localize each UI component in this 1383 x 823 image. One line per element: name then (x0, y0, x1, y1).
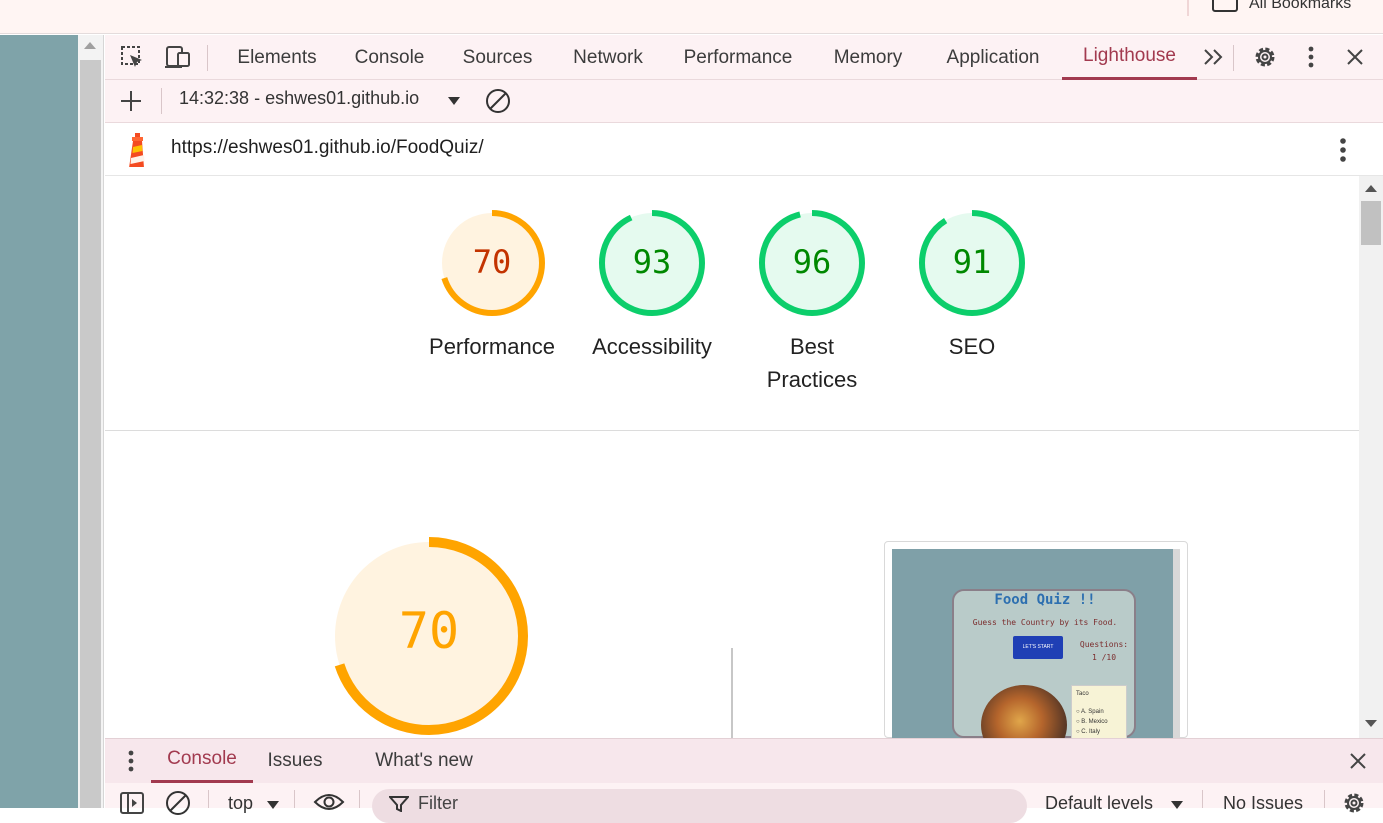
label-seo[interactable]: SEO (887, 330, 1057, 363)
quiz-questions-label: Questions: (1079, 640, 1129, 649)
report-menu-icon[interactable] (1328, 135, 1358, 165)
scroll-down-arrow-icon[interactable] (1365, 720, 1377, 727)
quiz-questions-count: 1 /10 (1091, 653, 1117, 662)
column-divider (731, 648, 733, 738)
page-scrollbar-thumb[interactable] (80, 60, 101, 808)
score-performance: 70 (472, 243, 512, 281)
tab-lighthouse[interactable]: Lighthouse (1062, 35, 1197, 80)
label-best-practices[interactable]: Best Practices (757, 330, 867, 396)
quiz-food-name: Taco (1076, 691, 1089, 697)
filter-icon (389, 796, 409, 812)
drawer-close-icon[interactable] (1343, 746, 1373, 776)
inspect-element-icon[interactable] (117, 42, 147, 72)
quiz-title: Food Quiz !! (994, 592, 1096, 608)
quiz-questions: Questions: 1 /10 (1072, 638, 1136, 664)
report-selector[interactable]: 14:32:38 - eshwes01.github.io (179, 88, 419, 109)
lighthouse-logo-icon (124, 131, 151, 169)
tab-application[interactable]: Application (931, 35, 1055, 80)
screenshot-scrollbar (1173, 549, 1180, 738)
toolbar-separator (208, 790, 209, 808)
quiz-answer: ○ B. Mexico (1076, 719, 1108, 725)
tab-console[interactable]: Console (342, 35, 437, 80)
log-levels-dropdown-icon[interactable] (1170, 800, 1184, 810)
folder-icon[interactable] (1212, 0, 1238, 12)
drawer-menu-icon[interactable] (116, 746, 146, 776)
issues-counter[interactable]: No Issues (1223, 793, 1303, 814)
context-selector[interactable]: top (228, 793, 253, 814)
tab-performance[interactable]: Performance (670, 35, 806, 80)
tab-memory[interactable]: Memory (819, 35, 917, 80)
label-performance[interactable]: Performance (407, 330, 577, 363)
toolbar-separator (161, 88, 162, 114)
tabbar-separator (1233, 45, 1234, 71)
toolbar-separator (359, 790, 360, 808)
new-report-icon[interactable] (116, 86, 146, 116)
score-seo: 91 (952, 243, 992, 281)
device-toolbar-icon[interactable] (163, 42, 193, 72)
page-viewport (0, 35, 78, 808)
report-scrollbar[interactable] (1359, 176, 1383, 738)
log-levels-selector[interactable]: Default levels (1045, 793, 1153, 814)
section-divider (105, 430, 1359, 431)
console-sidebar-icon[interactable] (120, 792, 144, 814)
toolbar-separator (1202, 790, 1203, 808)
scroll-up-arrow-icon[interactable] (1365, 185, 1377, 192)
browser-toolbar (0, 0, 1383, 34)
scroll-up-arrow-icon[interactable] (84, 42, 96, 49)
more-tabs-icon[interactable] (1199, 42, 1229, 72)
quiz-start-button: LET'S START (1013, 636, 1063, 659)
report-scrollbar-thumb[interactable] (1361, 201, 1381, 245)
score-best-practices: 96 (792, 243, 832, 281)
settings-icon[interactable] (1250, 42, 1280, 72)
quiz-answer: ○ A. Spain (1076, 709, 1104, 715)
console-settings-icon[interactable] (1341, 790, 1367, 816)
clear-reports-icon[interactable] (483, 86, 513, 116)
tabbar-separator (207, 45, 208, 71)
filter-placeholder: Filter (418, 793, 458, 813)
quiz-answer: ○ C. Italy (1076, 729, 1100, 735)
drawer-tab-issues[interactable]: Issues (258, 738, 332, 783)
report-url[interactable]: https://eshwes01.github.io/FoodQuiz/ (171, 137, 484, 159)
all-bookmarks-label[interactable]: All Bookmarks (1249, 0, 1351, 13)
quiz-answers-panel: Taco ○ A. Spain ○ B. Mexico ○ C. Italy (1071, 685, 1127, 745)
report-selector-dropdown-icon[interactable] (447, 96, 461, 106)
quiz-subtitle: Guess the Country by its Food. (972, 618, 1118, 627)
toolbar-separator (1324, 790, 1325, 808)
live-expression-eye-icon[interactable] (313, 792, 345, 812)
bookmark-separator (1187, 0, 1189, 16)
clear-console-icon[interactable] (165, 790, 191, 816)
kebab-menu-icon[interactable] (1296, 42, 1326, 72)
main-performance-score: 70 (398, 602, 460, 660)
tab-elements[interactable]: Elements (225, 35, 329, 80)
tab-network[interactable]: Network (558, 35, 658, 80)
console-filter-input[interactable] (372, 789, 1027, 823)
drawer-tab-console[interactable]: Console (151, 738, 253, 783)
tab-sources[interactable]: Sources (451, 35, 544, 80)
score-accessibility: 93 (632, 243, 672, 281)
toolbar-separator (294, 790, 295, 808)
label-accessibility[interactable]: Accessibility (567, 330, 737, 363)
context-dropdown-icon[interactable] (266, 800, 280, 810)
close-icon[interactable] (1340, 42, 1370, 72)
drawer-tab-whats-new[interactable]: What's new (358, 738, 490, 783)
